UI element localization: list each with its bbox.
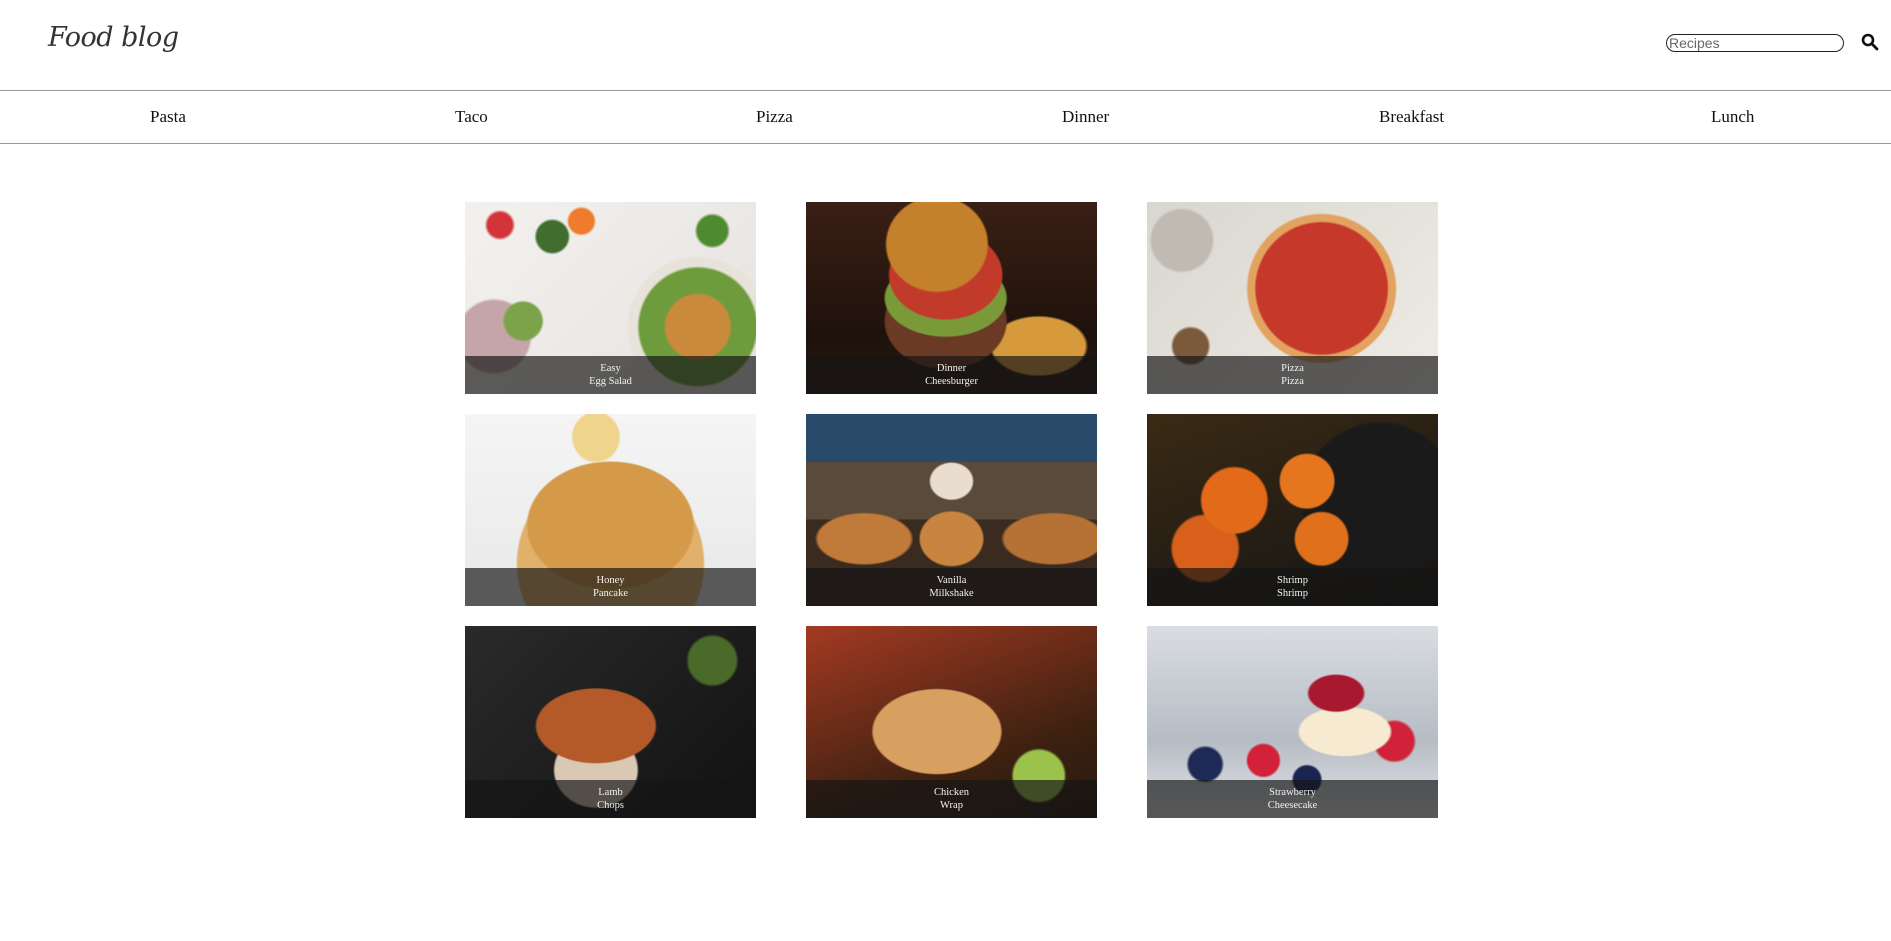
recipe-caption-line2: Pizza: [1281, 376, 1304, 387]
nav-item-pasta[interactable]: Pasta: [150, 107, 186, 127]
recipe-caption-line1: Strawberry: [1269, 787, 1316, 798]
recipe-card-shrimp[interactable]: Shrimp Shrimp: [1147, 414, 1438, 606]
recipe-caption-line1: Vanilla: [936, 575, 967, 586]
recipe-card-cheesecake[interactable]: Strawberry Cheesecake: [1147, 626, 1438, 818]
recipe-card-egg-salad[interactable]: Easy Egg Salad: [465, 202, 756, 394]
site-logo[interactable]: Food blog: [48, 22, 179, 53]
recipe-caption: Strawberry Cheesecake: [1147, 780, 1438, 818]
recipe-caption: Chicken Wrap: [806, 780, 1097, 818]
recipe-caption-line1: Easy: [600, 363, 621, 374]
recipe-caption: Vanilla Milkshake: [806, 568, 1097, 606]
recipe-caption-line2: Chops: [597, 800, 624, 811]
recipe-caption-line2: Wrap: [940, 800, 963, 811]
recipe-caption: Easy Egg Salad: [465, 356, 756, 394]
recipe-caption-line2: Cheesburger: [925, 376, 978, 387]
recipe-caption-line2: Egg Salad: [589, 376, 632, 387]
recipe-caption-line1: Dinner: [936, 363, 967, 374]
recipe-caption-line2: Milkshake: [929, 588, 974, 599]
recipe-card-pancake[interactable]: Honey Pancake: [465, 414, 756, 606]
recipe-caption: Dinner Cheesburger: [806, 356, 1097, 394]
recipe-caption-line1: Honey: [596, 575, 625, 586]
nav-item-taco[interactable]: Taco: [455, 107, 488, 127]
recipe-caption-line1: Pizza: [1281, 363, 1304, 374]
nav-item-lunch[interactable]: Lunch: [1711, 107, 1754, 127]
recipe-caption: Honey Pancake: [465, 568, 756, 606]
recipe-caption-line2: Pancake: [593, 588, 628, 599]
recipe-caption-line2: Cheesecake: [1267, 800, 1318, 811]
search-bar: [1666, 33, 1880, 53]
top-header: Food blog: [0, 0, 1891, 91]
nav-item-dinner[interactable]: Dinner: [1062, 107, 1109, 127]
recipe-caption-line1: Chicken: [934, 787, 969, 798]
recipe-card-milkshake[interactable]: Vanilla Milkshake: [806, 414, 1097, 606]
recipe-card-lamb-chops[interactable]: Lamb Chops: [465, 626, 756, 818]
nav-item-pizza[interactable]: Pizza: [756, 107, 793, 127]
recipe-caption: Pizza Pizza: [1147, 356, 1438, 394]
recipe-grid: Easy Egg Salad Dinner Cheesburger Pizza …: [465, 202, 1439, 818]
recipe-caption-line1: Lamb: [598, 787, 623, 798]
recipe-caption: Shrimp Shrimp: [1147, 568, 1438, 606]
search-icon: [1861, 33, 1879, 51]
search-button[interactable]: [1860, 33, 1880, 53]
recipe-card-cheeseburger[interactable]: Dinner Cheesburger: [806, 202, 1097, 394]
recipe-card-chicken-wrap[interactable]: Chicken Wrap: [806, 626, 1097, 818]
recipe-caption: Lamb Chops: [465, 780, 756, 818]
recipe-card-pizza[interactable]: Pizza Pizza: [1147, 202, 1438, 394]
category-nav: Pasta Taco Pizza Dinner Breakfast Lunch: [0, 91, 1891, 144]
nav-item-breakfast[interactable]: Breakfast: [1379, 107, 1444, 127]
search-input[interactable]: [1666, 34, 1844, 52]
recipe-caption-line1: Shrimp: [1277, 575, 1308, 586]
recipe-caption-line2: Shrimp: [1277, 588, 1308, 599]
